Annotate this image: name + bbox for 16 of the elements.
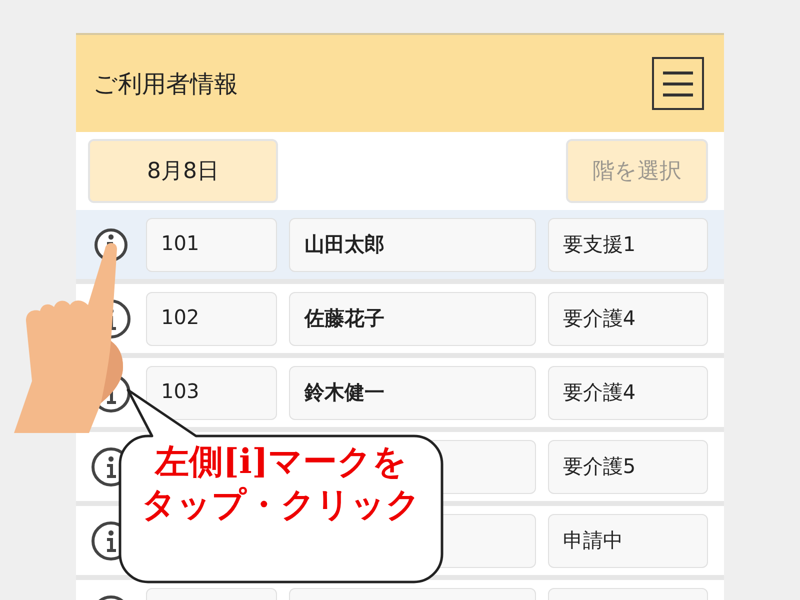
callout-line: タップ・クリック [142,487,420,525]
menu-icon[interactable] [652,57,704,110]
callout-line: 左側[i]マークを [154,444,408,482]
care-level-cell: 要介護5 [548,440,708,494]
name-cell: 佐藤花子 [289,292,536,346]
care-level-cell: 要介護4 [548,292,708,346]
date-button[interactable]: 8月8日 [88,139,278,203]
room-cell: 103 [146,366,278,420]
care-level-cell: 要介護4 [548,366,708,420]
care-level-cell: 要支援1 [548,218,708,272]
room-cell: 101 [146,218,278,272]
page-title: ご利用者情報 [93,68,238,100]
name-cell: 山田太郎 [289,218,536,272]
room-cell: 102 [146,292,278,346]
care-level-cell: 申請中 [548,514,708,568]
name-cell: 鈴木健一 [289,366,536,420]
